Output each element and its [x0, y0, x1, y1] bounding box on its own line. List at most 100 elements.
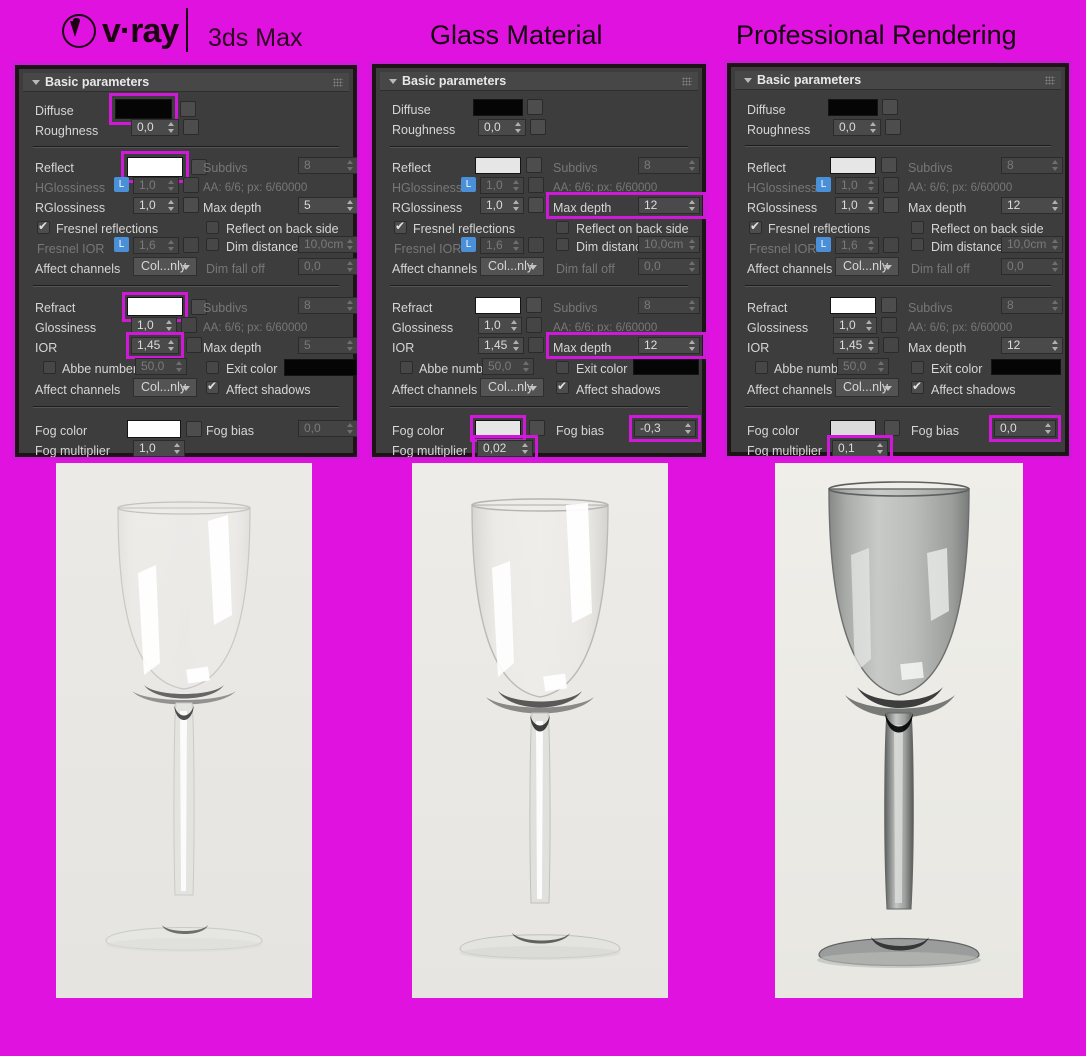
affect-shadows-checkbox[interactable] — [556, 379, 569, 394]
reflect-subdivs-spinner[interactable]: 8 — [1001, 157, 1063, 174]
refract-color-swatch[interactable] — [830, 297, 876, 314]
glossiness-map-button[interactable] — [526, 317, 542, 333]
roughness-map-button[interactable] — [530, 119, 546, 135]
reflect-map-button[interactable] — [881, 157, 897, 173]
abbe-number-checkbox[interactable] — [755, 361, 768, 374]
fresnel-ior-lock-icon[interactable]: L — [816, 237, 831, 252]
glossiness-spinner[interactable]: 1,0 — [131, 317, 177, 334]
fresnel-reflections-checkbox[interactable] — [394, 219, 407, 234]
reflect-max-depth-spinner[interactable]: 5 — [298, 197, 357, 214]
diffuse-map-button[interactable] — [882, 99, 898, 115]
diffuse-map-button[interactable] — [180, 101, 196, 117]
fresnel-reflections-checkbox[interactable] — [749, 219, 762, 234]
dim-distance-spinner[interactable]: 10,0cm — [298, 236, 357, 253]
ior-map-button[interactable] — [186, 337, 202, 353]
fog-color-map-button[interactable] — [884, 420, 900, 436]
material-panel-2[interactable]: Basic parameters Diffuse Roughness 0,0 R… — [369, 61, 709, 460]
reflect-affect-channels-dropdown[interactable]: Col...nly — [480, 257, 544, 276]
refract-max-depth-spinner[interactable]: 12 — [638, 337, 700, 354]
fog-multiplier-spinner[interactable]: 0,1 — [832, 440, 888, 456]
diffuse-map-button[interactable] — [527, 99, 543, 115]
fog-multiplier-spinner[interactable]: 0,02 — [477, 440, 533, 457]
glossiness-spinner[interactable]: 1,0 — [478, 317, 522, 334]
reflect-on-back-side-checkbox[interactable] — [206, 221, 219, 234]
exit-color-checkbox[interactable] — [206, 361, 219, 374]
refract-max-depth-spinner[interactable]: 12 — [1001, 337, 1063, 354]
rollout-header-3[interactable]: Basic parameters — [735, 71, 1061, 90]
glossiness-map-button[interactable] — [181, 317, 197, 333]
glossiness-map-button[interactable] — [881, 317, 897, 333]
roughness-spinner[interactable]: 0,0 — [478, 119, 526, 136]
fresnel-ior-map-button[interactable] — [183, 237, 199, 253]
diffuse-color-swatch[interactable] — [473, 99, 523, 116]
reflect-subdivs-spinner[interactable]: 8 — [638, 157, 700, 174]
abbe-number-checkbox[interactable] — [400, 361, 413, 374]
roughness-map-button[interactable] — [183, 119, 199, 135]
reflect-on-back-side-checkbox[interactable] — [556, 221, 569, 234]
ior-map-button[interactable] — [883, 337, 899, 353]
glossiness-spinner[interactable]: 1,0 — [833, 317, 877, 334]
refract-color-swatch[interactable] — [127, 297, 183, 316]
dim-distance-spinner[interactable]: 10,0cm — [638, 236, 700, 253]
ior-map-button[interactable] — [528, 337, 544, 353]
fog-bias-spinner[interactable]: 0,0 — [994, 420, 1056, 437]
refract-affect-channels-dropdown[interactable]: Col...nly — [835, 378, 899, 397]
fresnel-ior-map-button[interactable] — [883, 237, 899, 253]
hglossiness-map-button[interactable] — [183, 177, 199, 193]
reflect-on-back-side-checkbox[interactable] — [911, 221, 924, 234]
fog-bias-spinner[interactable]: 0,0 — [298, 420, 357, 437]
hglossiness-lock-icon[interactable]: L — [114, 177, 129, 192]
hglossiness-lock-icon[interactable]: L — [816, 177, 831, 192]
reflect-affect-channels-dropdown[interactable]: Col...nly — [133, 257, 197, 276]
dim-fall-off-spinner[interactable]: 0,0 — [1001, 258, 1063, 275]
hglossiness-spinner[interactable]: 1,0 — [133, 177, 179, 194]
rglossiness-map-button[interactable] — [183, 197, 199, 213]
abbe-number-spinner[interactable]: 50,0 — [837, 358, 889, 375]
dim-distance-checkbox[interactable] — [556, 238, 569, 251]
fog-multiplier-spinner[interactable]: 1,0 — [133, 440, 185, 457]
dim-distance-checkbox[interactable] — [911, 238, 924, 251]
abbe-number-spinner[interactable]: 50,0 — [135, 358, 187, 375]
fog-color-map-button[interactable] — [529, 420, 545, 436]
roughness-spinner[interactable]: 0,0 — [131, 119, 179, 136]
material-panel-1[interactable]: Basic parameters Diffuse Roughness 0,0 R… — [12, 62, 360, 460]
refract-subdivs-spinner[interactable]: 8 — [638, 297, 700, 314]
refract-map-button[interactable] — [881, 297, 897, 313]
abbe-number-spinner[interactable]: 50,0 — [482, 358, 534, 375]
fog-bias-spinner[interactable]: -0,3 — [634, 420, 696, 437]
fresnel-ior-map-button[interactable] — [528, 237, 544, 253]
reflect-map-button[interactable] — [526, 157, 542, 173]
roughness-map-button[interactable] — [885, 119, 901, 135]
reflect-color-swatch[interactable] — [475, 157, 521, 174]
refract-subdivs-spinner[interactable]: 8 — [1001, 297, 1063, 314]
fog-color-swatch[interactable] — [830, 420, 876, 437]
refract-color-swatch[interactable] — [475, 297, 521, 314]
rglossiness-spinner[interactable]: 1,0 — [133, 197, 179, 214]
rglossiness-spinner[interactable]: 1,0 — [480, 197, 524, 214]
hglossiness-map-button[interactable] — [883, 177, 899, 193]
dim-distance-checkbox[interactable] — [206, 238, 219, 251]
refract-max-depth-spinner[interactable]: 5 — [298, 337, 357, 354]
exit-color-checkbox[interactable] — [911, 361, 924, 374]
hglossiness-spinner[interactable]: 1,0 — [835, 177, 879, 194]
fresnel-ior-spinner[interactable]: 1,6 — [480, 237, 524, 254]
ior-spinner[interactable]: 1,45 — [131, 337, 179, 354]
rglossiness-map-button[interactable] — [528, 197, 544, 213]
dim-distance-spinner[interactable]: 10,0cm — [1001, 236, 1063, 253]
exit-color-swatch[interactable] — [991, 359, 1061, 375]
refract-affect-channels-dropdown[interactable]: Col...nly — [133, 378, 197, 397]
rglossiness-spinner[interactable]: 1,0 — [835, 197, 879, 214]
reflect-affect-channels-dropdown[interactable]: Col...nly — [835, 257, 899, 276]
refract-affect-channels-dropdown[interactable]: Col...nly — [480, 378, 544, 397]
diffuse-color-swatch[interactable] — [828, 99, 878, 116]
dim-fall-off-spinner[interactable]: 0,0 — [298, 258, 357, 275]
exit-color-checkbox[interactable] — [556, 361, 569, 374]
affect-shadows-checkbox[interactable] — [911, 379, 924, 394]
hglossiness-spinner[interactable]: 1,0 — [480, 177, 524, 194]
ior-spinner[interactable]: 1,45 — [478, 337, 524, 354]
rollout-header-2[interactable]: Basic parameters — [380, 72, 698, 91]
reflect-subdivs-spinner[interactable]: 8 — [298, 157, 357, 174]
fresnel-ior-spinner[interactable]: 1,6 — [133, 237, 179, 254]
refract-map-button[interactable] — [526, 297, 542, 313]
fresnel-ior-spinner[interactable]: 1,6 — [835, 237, 879, 254]
